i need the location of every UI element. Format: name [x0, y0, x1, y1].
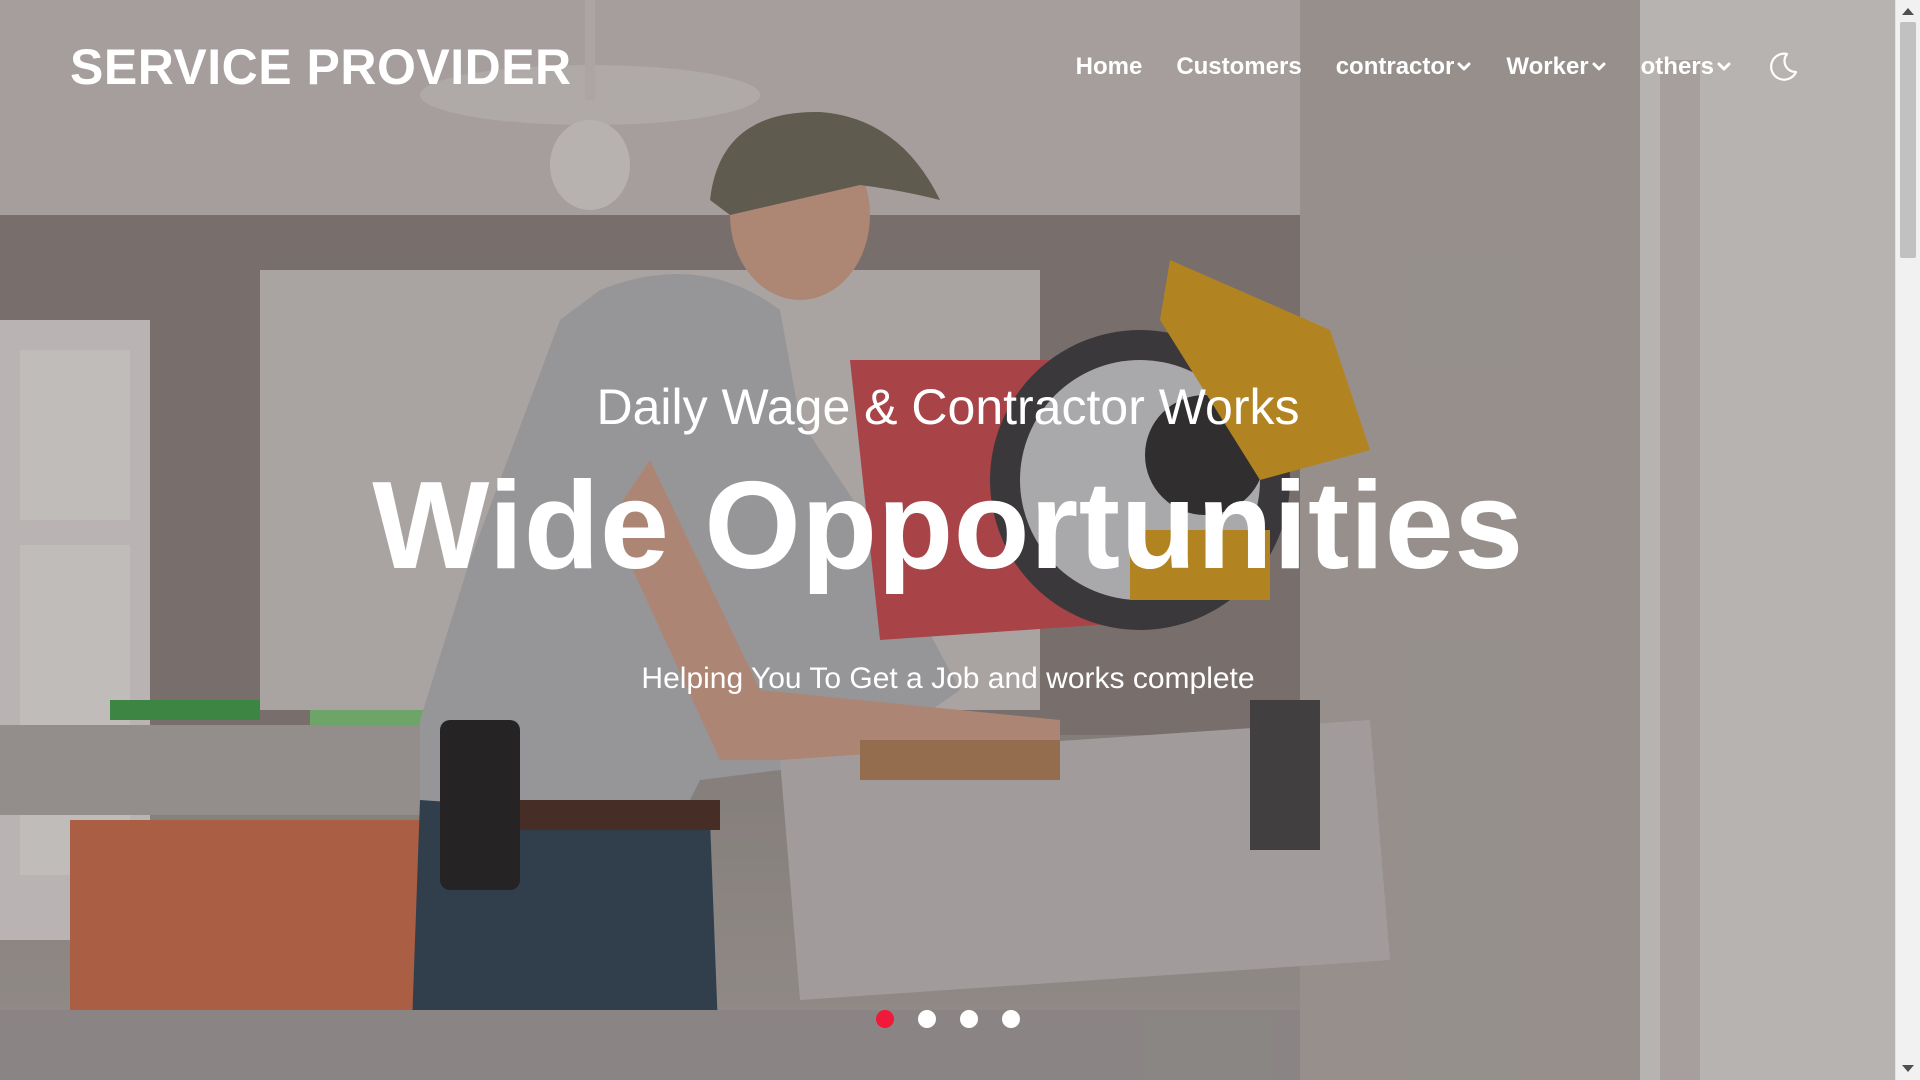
chevron-down-icon	[1717, 62, 1731, 71]
carousel-dot-2[interactable]	[918, 1010, 936, 1028]
nav-item-others[interactable]: others	[1641, 53, 1732, 81]
page-scrollbar[interactable]	[1895, 0, 1920, 1080]
carousel-dot-3[interactable]	[960, 1010, 978, 1028]
nav-item-label: Home	[1075, 53, 1143, 80]
brand-logo[interactable]: SERVICE PROVIDER	[70, 38, 572, 96]
nav-item-label: Worker	[1506, 53, 1589, 80]
nav-item-home[interactable]: Home	[1076, 53, 1143, 81]
chevron-down-icon	[1457, 62, 1471, 71]
scroll-up-icon[interactable]	[1902, 8, 1914, 15]
carousel-indicators	[876, 1010, 1020, 1028]
nav-item-label: others	[1640, 53, 1714, 80]
moon-icon[interactable]	[1766, 50, 1800, 84]
nav-item-customers[interactable]: Customers	[1176, 53, 1301, 81]
scrollbar-thumb[interactable]	[1900, 22, 1916, 258]
chevron-down-icon	[1592, 62, 1606, 71]
nav-item-label: contractor	[1335, 53, 1455, 80]
nav-item-worker[interactable]: Worker	[1506, 53, 1606, 81]
hero-subline: Helping You To Get a Job and works compl…	[641, 662, 1255, 695]
carousel-dot-4[interactable]	[1002, 1010, 1020, 1028]
nav-item-label: Customers	[1176, 53, 1302, 80]
nav-item-contractor[interactable]: contractor	[1336, 53, 1473, 81]
page: Daily Wage & Contractor Works Wide Oppor…	[0, 0, 1920, 1080]
main-nav: Home Customers contractor Worker others	[1076, 50, 1800, 84]
carousel-dot-1[interactable]	[876, 1010, 894, 1028]
hero-carousel-slide: Daily Wage & Contractor Works Wide Oppor…	[0, 0, 1896, 1080]
hero-eyebrow: Daily Wage & Contractor Works	[596, 379, 1300, 435]
scroll-down-icon[interactable]	[1902, 1065, 1914, 1072]
hero-headline: Wide Opportunities	[372, 457, 1524, 595]
